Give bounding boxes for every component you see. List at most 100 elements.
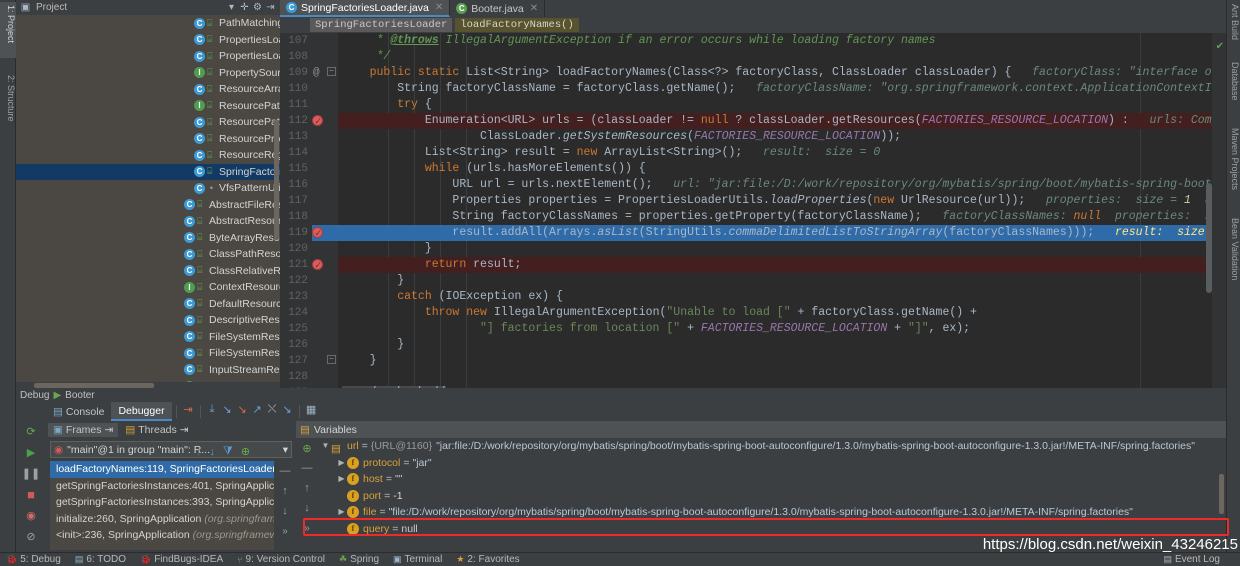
down-icon[interactable]: ↓ [296, 498, 318, 518]
drop-frame-icon[interactable]: ⤬ [265, 402, 280, 417]
project-tree[interactable]: C⌸PathMatchingResouC⌸PropertiesLoaderSC⌸… [16, 15, 280, 382]
chevron-down-icon[interactable]: ▼ [320, 438, 331, 455]
up-arrow-icon[interactable]: ↑ [276, 481, 294, 501]
code-line[interactable]: 107 * @throws IllegalArgumentException i… [280, 33, 1226, 49]
breakpoint-icon[interactable] [312, 258, 323, 274]
step-into-icon[interactable]: ↘ [220, 402, 235, 417]
frames-down-icon[interactable]: ↓ [210, 446, 216, 458]
code-line[interactable]: 112 Enumeration<URL> urls = (classLoader… [280, 113, 1226, 130]
frame-row[interactable]: loadFactoryNames:119, SpringFactoriesLoa… [50, 461, 274, 478]
code-fold-icon[interactable]: − [327, 67, 336, 76]
variable-row[interactable]: ▶ f host = "" [318, 471, 1226, 488]
project-tree-item[interactable]: C • VfsPatternUtils [16, 180, 280, 197]
annotation-marker-icon[interactable]: @ [313, 65, 320, 81]
gear-icon[interactable]: ⚙ [251, 1, 264, 14]
evaluate-expression-icon[interactable]: ▦ [304, 402, 319, 417]
editor-tab-booter[interactable]: C Booter.java ✕ [450, 0, 546, 17]
code-line[interactable]: 118 String factoryClassNames = propertie… [280, 209, 1226, 225]
variable-row[interactable]: ▼ ▤ url = {URL@1160} "jar:file:/D:/work/repos… [318, 438, 1226, 455]
stop-icon[interactable]: ■ [16, 484, 46, 505]
code-line[interactable]: 111 try { [280, 97, 1226, 113]
project-tree-item[interactable]: C⌸ ResourcePatternU [16, 114, 280, 131]
project-tree-item[interactable]: C⌸ SpringFactoriesLo [16, 163, 280, 180]
code-line[interactable]: 110 String factoryClassName = factoryCla… [280, 81, 1226, 97]
breakpoint-icon[interactable] [312, 114, 323, 130]
locate-icon[interactable]: ✛ [238, 1, 251, 14]
project-tree-item[interactable]: C⌸ ResourceProperty [16, 131, 280, 148]
tool-tab-bean-validation[interactable]: Bean Validation [1226, 218, 1240, 280]
tool-tab-database[interactable]: Database [1226, 62, 1240, 101]
rerun-icon[interactable]: ⟳ [16, 421, 46, 442]
frame-row[interactable]: getSpringFactoriesInstances:393, SpringA… [50, 494, 274, 511]
variables-vscrollbar[interactable] [1219, 474, 1224, 514]
breakpoint-icon[interactable] [312, 226, 323, 242]
threads-tab[interactable]: ▤ Threads ⇥ [120, 423, 193, 437]
code-line[interactable]: 122 } [280, 273, 1226, 289]
tool-tab-maven-projects[interactable]: Maven Projects [1226, 128, 1240, 190]
code-line[interactable]: 127 − } [280, 353, 1226, 369]
status-bar-item[interactable]: ⑂ 9: Version Control [237, 554, 325, 565]
project-tree-item[interactable]: I⌸InputStreamSource [16, 378, 280, 382]
project-tree-item[interactable]: C⌸ ResourceRegion [16, 147, 280, 164]
code-line[interactable]: 120 } [280, 241, 1226, 257]
tool-tab-project[interactable]: 1: Project [0, 2, 16, 58]
status-bar-item[interactable]: ▤ Event Log [1163, 554, 1220, 565]
frames-list[interactable]: loadFactoryNames:119, SpringFactoriesLoa… [50, 461, 274, 550]
variable-row[interactable]: ▶ f protocol = "jar" [318, 455, 1226, 472]
frames-tab[interactable]: ▣ Frames ⇥ [48, 423, 119, 437]
code-line[interactable]: 123 catch (IOException ex) { [280, 289, 1226, 305]
code-line[interactable]: 125 "] factories from location [" + FACT… [280, 321, 1226, 337]
code-line[interactable]: 126 } [280, 337, 1226, 353]
project-tree-item[interactable]: I⌸ ContextResource [16, 279, 280, 296]
frame-row[interactable]: <init>:236, SpringApplication (org.sprin… [50, 527, 274, 544]
tool-tab-ant-build[interactable]: Ant Build [1226, 4, 1240, 40]
project-tree-item[interactable]: C⌸ ClassPathResource [16, 246, 280, 263]
status-bar-item[interactable]: 🐞 5: Debug [6, 554, 61, 565]
add-watch-icon[interactable]: ⊕ [296, 438, 318, 458]
status-bar-item[interactable]: 🐞 FindBugs-IDEA [140, 554, 223, 565]
error-stripe[interactable]: ✔ [1212, 33, 1226, 388]
code-lines[interactable]: 107 * @throws IllegalArgumentException i… [280, 33, 1226, 388]
project-tree-item[interactable]: C⌸ AbstractFileResolving [16, 197, 280, 214]
up-icon[interactable]: ↑ [296, 478, 318, 498]
tool-tab-structure[interactable]: 2: Structure [0, 72, 16, 142]
thread-selector[interactable]: ◉ "main"@1 in group "main": R... ▾ [50, 441, 292, 458]
code-line[interactable]: 114 List<String> result = new ArrayList<… [280, 145, 1226, 161]
code-line[interactable]: 128 [280, 369, 1226, 385]
project-tree-item[interactable]: C⌸ FileSystemResourceLo [16, 345, 280, 362]
force-step-into-icon[interactable]: ↘ [235, 402, 250, 417]
code-line[interactable]: 116 URL url = urls.nextElement(); url: "… [280, 177, 1226, 193]
more-icon[interactable]: » [276, 521, 294, 541]
code-line[interactable]: 108 */ [280, 49, 1226, 65]
code-line[interactable]: 113 ClassLoader.getSystemResources(FACTO… [280, 129, 1226, 145]
project-tree-item[interactable]: C⌸ ResourceArrayPro [16, 81, 280, 98]
status-bar-item[interactable]: ▤ 6: TODO [75, 554, 126, 565]
run-to-cursor-icon[interactable]: ↘ [280, 402, 295, 417]
breadcrumb-method[interactable]: loadFactoryNames() [455, 18, 579, 32]
show-execution-point-icon[interactable]: ⇥ [181, 402, 196, 417]
frame-row[interactable]: getSpringFactoriesInstances:401, SpringA… [50, 478, 274, 495]
project-tree-item[interactable]: C⌸ PropertiesLoaderU [16, 48, 280, 65]
view-breakpoints-icon[interactable]: ◉ [16, 505, 46, 526]
minus-icon[interactable]: — [276, 461, 294, 481]
add-frame-icon[interactable]: ⊕ [241, 445, 250, 458]
code-viewport[interactable]: 107 * @throws IllegalArgumentException i… [280, 33, 1226, 388]
project-tree-item[interactable]: C⌸ PropertiesLoaderS [16, 32, 280, 49]
frame-row[interactable]: initialize:260, SpringApplication (org.s… [50, 511, 274, 528]
variable-row[interactable]: f port = -1 [318, 488, 1226, 505]
debug-tab-console[interactable]: ▤ Console [46, 402, 111, 421]
collapse-all-icon[interactable]: ⇥ [264, 1, 277, 14]
project-tree-item[interactable]: C⌸ DefaultResourceLoad [16, 296, 280, 313]
debug-tab-debugger[interactable]: Debugger [111, 402, 172, 421]
frames-up-icon[interactable]: ↑ [196, 446, 202, 458]
step-over-icon[interactable]: ⤓ [205, 402, 220, 417]
chevron-down-icon[interactable]: ▾ [283, 444, 288, 456]
code-line[interactable]: 117 Properties properties = PropertiesLo… [280, 193, 1226, 209]
code-line[interactable]: 109 @ − public static List<String> loadFac… [280, 65, 1226, 81]
code-line[interactable]: 121 return result; [280, 257, 1226, 274]
close-icon[interactable]: ✕ [435, 2, 443, 13]
chevron-right-icon[interactable]: ▶ [336, 455, 347, 472]
code-line[interactable]: 115 while (urls.hasMoreElements()) { [280, 161, 1226, 177]
mute-breakpoints-icon[interactable]: ⊘ [16, 526, 46, 547]
editor-tab-springfactoriesloader[interactable]: C SpringFactoriesLoader.java ✕ [280, 0, 451, 17]
